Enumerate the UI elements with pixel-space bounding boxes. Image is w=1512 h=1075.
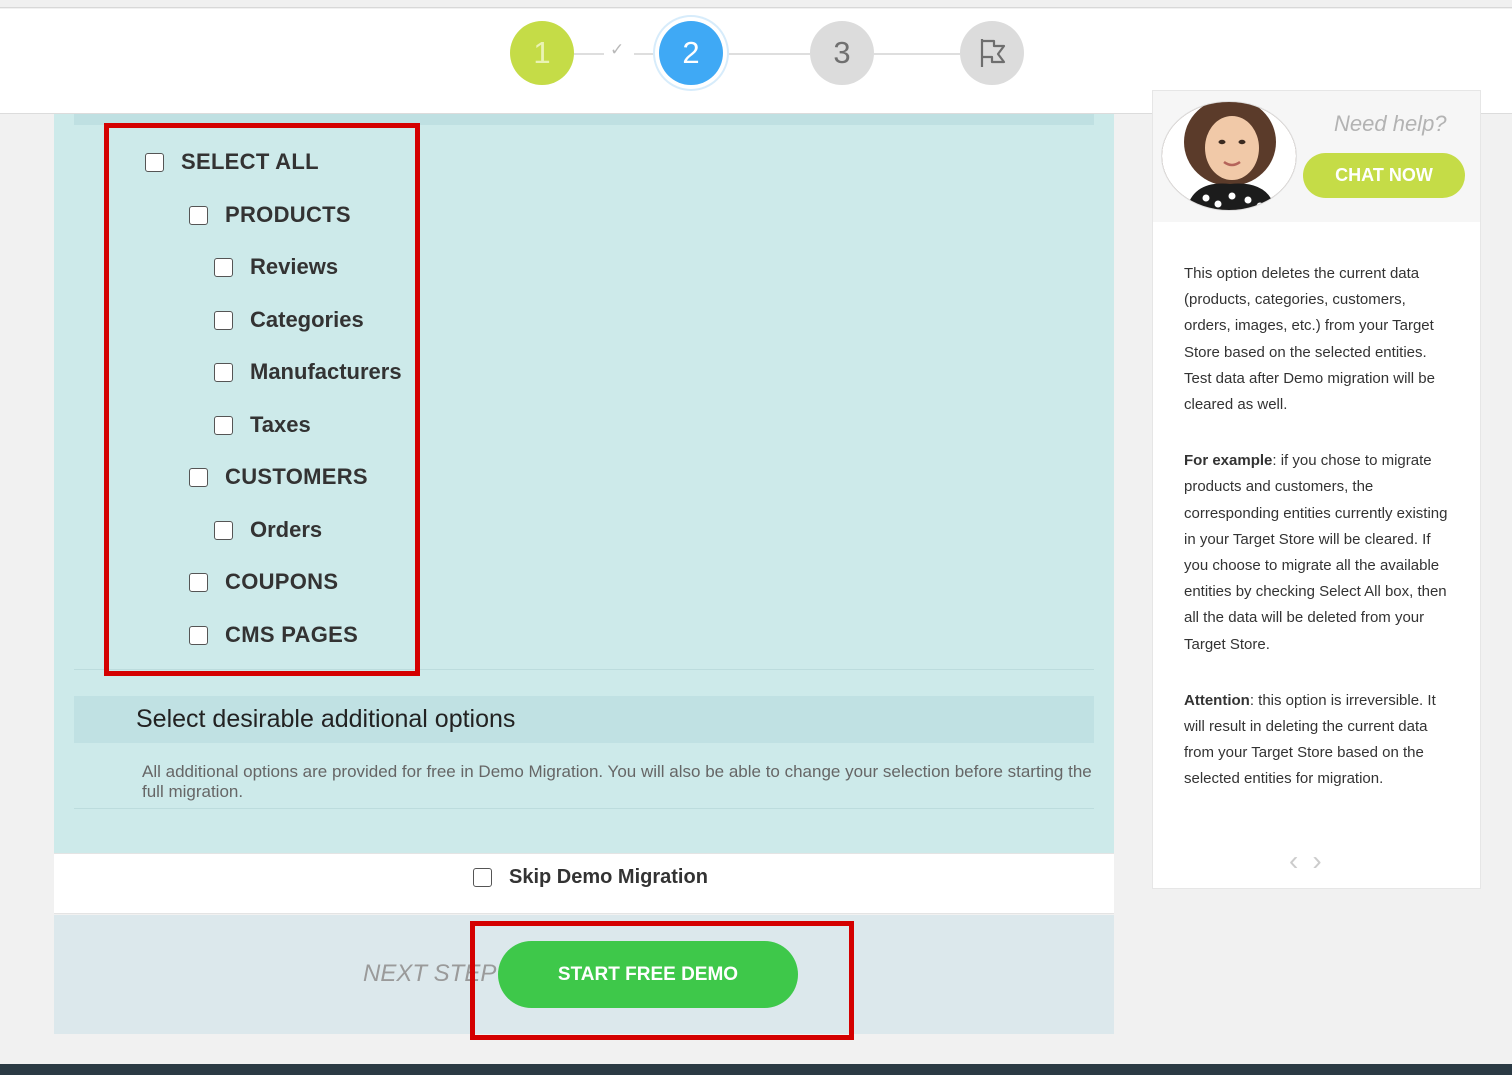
highlight-box-entities [104, 123, 420, 676]
step-connector [574, 53, 604, 55]
highlight-box-start-button [470, 921, 854, 1040]
step-3-circle: 3 [810, 21, 874, 85]
skip-demo-label: Skip Demo Migration [509, 866, 708, 888]
step-connector [727, 53, 810, 55]
chevron-left-icon[interactable]: ‹ [1289, 845, 1312, 876]
additional-options-description: All additional options are provided for … [142, 762, 1092, 801]
divider [74, 808, 1094, 809]
help-carousel-nav: ‹› [1289, 845, 1336, 877]
help-paragraph-2: For example: if you chose to migrate pro… [1184, 448, 1456, 658]
chevron-right-icon[interactable]: › [1312, 845, 1335, 876]
help-header: Need help? CHAT NOW [1153, 91, 1480, 222]
need-help-text: Need help? [1334, 111, 1447, 136]
page-footer-bar [0, 1064, 1512, 1075]
help-attention-bold: Attention [1184, 691, 1250, 709]
step-1-circle[interactable]: 1 [510, 21, 574, 85]
skip-demo-checkbox[interactable] [473, 868, 492, 887]
help-sidebar: Need help? CHAT NOW This option deletes … [1152, 90, 1481, 889]
help-example-bold: For example [1184, 452, 1273, 470]
help-example-text: : if you chose to migrate products and c… [1184, 452, 1448, 653]
support-avatar [1161, 101, 1297, 211]
skip-demo-row: Skip Demo Migration [54, 853, 1114, 914]
skip-demo-option[interactable]: Skip Demo Migration [473, 866, 708, 889]
step-2-circle: 2 [659, 21, 723, 85]
support-agent-photo [1162, 102, 1296, 210]
help-paragraph-1: This option deletes the current data (pr… [1184, 265, 1435, 414]
step-connector [634, 53, 659, 55]
additional-options-header: Select desirable additional options [74, 696, 1094, 743]
browser-top-strip [0, 0, 1512, 8]
chat-now-button[interactable]: CHAT NOW [1303, 153, 1465, 198]
check-icon: ✓ [610, 40, 625, 59]
additional-options-title: Select desirable additional options [136, 705, 516, 733]
step-finish-circle [960, 21, 1024, 85]
step-connector [874, 53, 960, 55]
flag-icon [980, 39, 1006, 67]
help-paragraph-3: Attention: this option is irreversible. … [1184, 688, 1456, 793]
help-description: This option deletes the current data (pr… [1184, 261, 1456, 823]
